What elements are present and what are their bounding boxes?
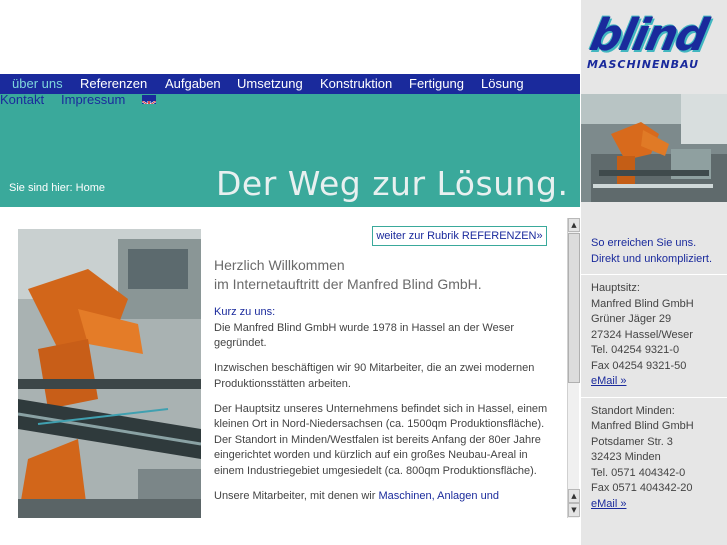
uk-flag-icon[interactable] (142, 95, 156, 104)
factory-photo (581, 94, 727, 202)
arrow-up-icon[interactable]: ▲ (568, 489, 580, 503)
hq-company: Manfred Blind GmbH (591, 297, 694, 310)
minden-fax: Fax 0571 404342-20 (591, 482, 693, 494)
paragraph-founding: Die Manfred Blind GmbH wurde 1978 in Has… (214, 321, 514, 350)
breadcrumb: Sie sind hier: Home (9, 182, 105, 194)
robot-photo (18, 229, 201, 518)
arrow-up-icon[interactable]: ▲ (568, 218, 580, 232)
contact-panel: So erreichen Sie uns. Direkt und unkompl… (581, 236, 727, 512)
hq-fax: Fax 04254 9321-50 (591, 359, 687, 372)
nav-item-fertigung[interactable]: Fertigung (409, 76, 464, 91)
nav-item-umsetzung[interactable]: Umsetzung (237, 76, 303, 91)
minden-street: Potsdamer Str. 3 (591, 435, 673, 448)
banner-slogan: Der Weg zur Lösung. (216, 164, 569, 203)
hq-label: Hauptsitz: (591, 282, 640, 294)
minden-label: Standort Minden: (591, 404, 675, 417)
hq-email-link[interactable]: eMail » (591, 375, 626, 387)
nav-item-kontakt[interactable]: Kontakt (0, 92, 44, 107)
main-nav: über uns Referenzen Aufgaben Umsetzung K… (0, 74, 580, 94)
nav-item-loesung[interactable]: Lösung (481, 76, 524, 91)
machines-link[interactable]: Maschinen, Anlagen und (378, 490, 498, 502)
kurz-label: Kurz zu uns: (214, 306, 276, 318)
contact-divider (581, 396, 727, 398)
logo-wordmark: blind (585, 10, 711, 61)
welcome-line-1: Herzlich Willkommen (214, 257, 345, 273)
nav-item-referenzen[interactable]: Referenzen (80, 76, 147, 91)
minden-company: Manfred Blind GmbH (591, 420, 694, 432)
nav-item-konstruktion[interactable]: Konstruktion (320, 76, 392, 91)
minden-email-link[interactable]: eMail » (591, 498, 626, 510)
welcome-heading: Herzlich Willkommen im Internetauftritt … (214, 256, 482, 294)
logo-subtitle: MASCHINENBAU (587, 58, 700, 71)
nav-item-impressum[interactable]: Impressum (61, 92, 125, 107)
arrow-down-icon[interactable]: ▼ (568, 503, 580, 517)
paragraph-employees: Inzwischen beschäftigen wir 90 Mitarbeit… (214, 362, 535, 390)
contact-divider (581, 274, 727, 275)
referenzen-link-button[interactable]: weiter zur Rubrik REFERENZEN» (372, 226, 547, 246)
welcome-line-2: im Internetauftritt der Manfred Blind Gm… (214, 276, 482, 292)
scrollbar-thumb[interactable] (568, 233, 580, 383)
minden-city: 32423 Minden (591, 451, 661, 463)
minden-tel: Tel. 0571 404342-0 (591, 466, 686, 479)
intro-text: Kurz zu uns: Die Manfred Blind GmbH wurd… (214, 305, 554, 518)
hq-city: 27324 Hassel/Weser (591, 328, 693, 341)
nav-item-aufgaben[interactable]: Aufgaben (165, 76, 221, 91)
hq-street: Grüner Jäger 29 (591, 313, 672, 325)
contact-intro-line1: So erreichen Sie uns. (591, 237, 697, 249)
paragraph-staff: Unsere Mitarbeiter, mit denen wir (214, 489, 379, 502)
hq-tel: Tel. 04254 9321-0 (591, 344, 680, 356)
contact-intro-line2: Direkt und unkompliziert. (591, 252, 713, 265)
content-scrollbar[interactable]: ▲ ▲ ▼ (567, 218, 580, 518)
paragraph-locations: Der Hauptsitz unseres Unternehmens befin… (214, 402, 548, 477)
company-logo[interactable]: blind MASCHINENBAU (585, 10, 725, 76)
nav-item-ueber-uns[interactable]: über uns (12, 76, 63, 91)
